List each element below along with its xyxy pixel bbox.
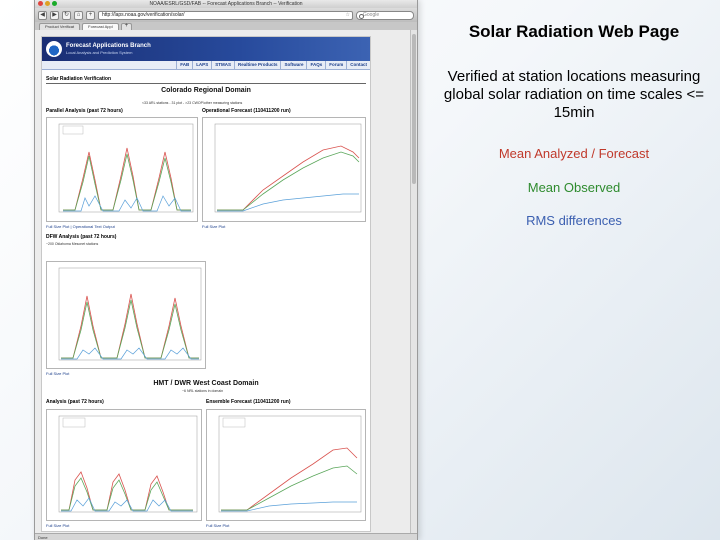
bookmark-star-icon[interactable]: ☆ <box>346 12 352 19</box>
slide-description: Verified at station locations measuring … <box>443 68 705 121</box>
hmt-analysis-label: Analysis (past 72 hours) <box>46 399 104 405</box>
ensemble-forecast-link[interactable]: Full Size Plot <box>206 523 229 528</box>
dfw-analysis-label: DFW Analysis (past 72 hours) <box>46 234 117 240</box>
hmt-domain-title: HMT / DWR West Coast Domain <box>153 380 259 387</box>
web-page: Forecast Applications Branch Local Analy… <box>41 36 371 532</box>
section-title: Solar Radiation Verification <box>46 76 112 82</box>
ensemble-forecast-plot[interactable] <box>206 409 366 521</box>
noaa-logo-icon[interactable] <box>46 41 62 57</box>
parallel-analysis-chart <box>58 123 194 213</box>
dfw-analysis-link[interactable]: Full Size Plot <box>46 371 69 376</box>
operational-forecast-link[interactable]: Full Size Plot <box>202 224 225 229</box>
legend-rms-differences: RMS differences <box>526 213 622 228</box>
nav-contact[interactable]: Contact <box>346 61 370 69</box>
section-divider <box>46 83 366 84</box>
address-text: http://laps.noaa.gov/verification/solar/ <box>102 11 185 18</box>
hmt-station-note: ~6 NRL stations in domain <box>182 389 224 393</box>
nav-forum[interactable]: Forum <box>325 61 346 69</box>
operational-forecast-label: Operational Forecast (110411200 run) <box>202 108 291 114</box>
vertical-scrollbar[interactable] <box>410 30 417 533</box>
site-title: Forecast Applications Branch <box>66 43 151 49</box>
nav-faqs[interactable]: FAQs <box>306 61 325 69</box>
browser-viewport: Forecast Applications Branch Local Analy… <box>35 30 417 533</box>
search-field[interactable]: Google <box>356 10 414 20</box>
nav-software[interactable]: Software <box>280 61 306 69</box>
parallel-analysis-plot[interactable] <box>46 117 198 222</box>
scrollbar-thumb[interactable] <box>412 34 416 184</box>
address-bar[interactable]: http://laps.noaa.gov/verification/solar/… <box>98 10 353 20</box>
dfw-station-note: ~200 Oklahoma Mesonet stations <box>46 242 99 246</box>
minimize-window-button[interactable] <box>45 1 50 6</box>
legend-mean-observed: Mean Observed <box>527 180 621 195</box>
nav-laps[interactable]: LAPS <box>192 61 211 69</box>
window-controls <box>38 1 57 6</box>
close-window-button[interactable] <box>38 1 43 6</box>
back-button[interactable]: ◀ <box>38 10 47 20</box>
legend-mean-analyzed-forecast: Mean Analyzed / Forecast <box>498 146 650 161</box>
add-bookmark-button[interactable]: + <box>86 10 95 20</box>
forward-button[interactable]: ▶ <box>50 10 59 20</box>
browser-tab-active[interactable]: Forecast Appl <box>82 23 119 30</box>
site-banner: Forecast Applications Branch Local Analy… <box>42 37 370 61</box>
window-title: NOAA/ESRL/GSD/FAB -- Forecast Applicatio… <box>149 1 303 7</box>
dfw-analysis-chart <box>58 267 202 361</box>
hmt-analysis-plot[interactable] <box>46 409 202 521</box>
browser-toolbar: ◀ ▶ ↻ ⌂ + http://laps.noaa.gov/verificat… <box>35 8 417 22</box>
status-bar: Done <box>35 533 417 540</box>
reload-button[interactable]: ↻ <box>62 10 71 20</box>
ensemble-forecast-label: Ensemble Forecast (110411200 run) <box>206 399 291 405</box>
operational-forecast-chart <box>214 123 362 213</box>
browser-tab[interactable]: Product Verificat <box>39 23 81 30</box>
new-tab-button[interactable]: + <box>120 23 133 30</box>
window-titlebar: NOAA/ESRL/GSD/FAB -- Forecast Applicatio… <box>35 0 417 8</box>
site-subtitle: Local Analysis and Prediction System <box>66 50 133 55</box>
zoom-window-button[interactable] <box>52 1 57 6</box>
home-button[interactable]: ⌂ <box>74 10 83 20</box>
parallel-analysis-links[interactable]: Full Size Plot | Operational Text Output <box>46 224 115 229</box>
hmt-analysis-link[interactable]: Full Size Plot <box>46 523 69 528</box>
slide-title: Solar Radiation Web Page <box>468 22 680 41</box>
dfw-analysis-plot[interactable] <box>46 261 206 369</box>
hmt-analysis-chart <box>58 415 198 513</box>
colorado-domain-title: Colorado Regional Domain <box>161 87 251 94</box>
colorado-station-note: <33 ARL stations - 31 plot - >23 CWOP/ot… <box>142 101 243 105</box>
parallel-analysis-label: Parallel Analysis (past 72 hours) <box>46 108 123 114</box>
nav-realtime-products[interactable]: Realtime Products <box>233 61 281 69</box>
site-nav: FAB LAPS STMAS Realtime Products Softwar… <box>42 61 370 70</box>
nav-stmas[interactable]: STMAS <box>211 61 234 69</box>
ensemble-forecast-chart <box>218 415 362 513</box>
operational-forecast-plot[interactable] <box>202 117 366 222</box>
browser-window: NOAA/ESRL/GSD/FAB -- Forecast Applicatio… <box>34 0 418 540</box>
nav-fab[interactable]: FAB <box>176 61 192 69</box>
browser-tabstrip: Product Verificat Forecast Appl + <box>35 22 417 30</box>
